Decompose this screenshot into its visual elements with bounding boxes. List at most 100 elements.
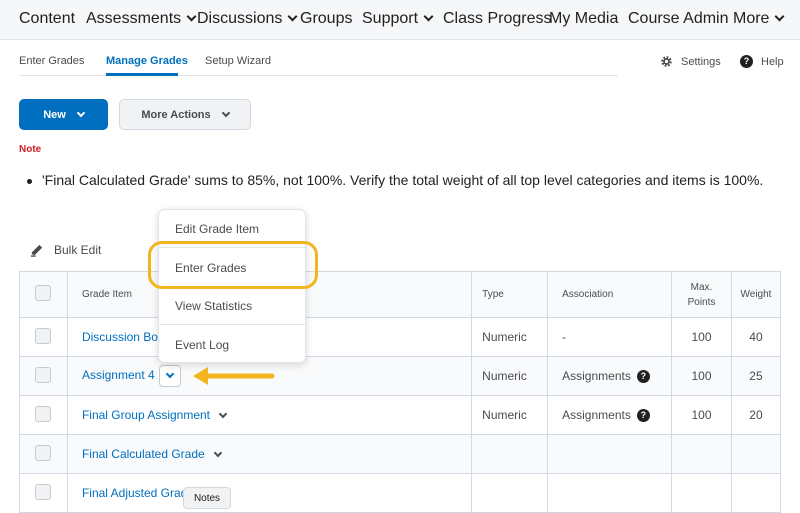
row-select-cell [19, 473, 68, 513]
max-points-cell: 100 [671, 356, 732, 396]
menu-item-label: Edit Grade Item [175, 221, 260, 236]
gear-icon [661, 56, 672, 67]
chevron-down-icon[interactable] [213, 448, 222, 458]
chevron-down-icon [287, 11, 298, 22]
weight-cell: 40 [730, 317, 782, 357]
new-button-label: New [43, 108, 66, 121]
pencil-icon [30, 244, 43, 257]
row-checkbox[interactable] [35, 444, 52, 461]
association-cell: Assignments? [547, 395, 673, 435]
grade-item-cell: Final Adjusted Grade [66, 473, 473, 513]
chevron-down-icon[interactable] [218, 409, 228, 419]
row-select-cell [19, 356, 68, 396]
settings-link[interactable]: Settings [660, 55, 721, 68]
max-points-cell [671, 434, 732, 474]
nav-groups[interactable]: Groups [300, 10, 352, 28]
header-type: Type [471, 271, 549, 318]
grades-subnav: Enter Grades Manage Grades Setup Wizard [19, 44, 618, 76]
menu-item-view-statistics[interactable]: View Statistics [159, 287, 307, 325]
row-checkbox[interactable] [35, 483, 52, 500]
note-text: 'Final Calculated Grade' sums to 85%, no… [42, 172, 764, 188]
type-cell: Numeric [471, 356, 549, 396]
chevron-down-icon [221, 108, 230, 117]
type-cell [471, 434, 549, 474]
tab-setup-wizard[interactable]: Setup Wizard [205, 55, 271, 67]
nav-more-label: More [733, 10, 770, 27]
weight-cell: 25 [730, 356, 782, 396]
header-max-points: Max. Points [671, 271, 732, 318]
select-all-checkbox[interactable] [35, 285, 52, 301]
max-points-cell: 100 [671, 395, 732, 435]
table-row: Final Adjusted Grade [19, 473, 782, 513]
table-row: Discussion Bo Numeric - 100 40 [19, 317, 782, 357]
association-cell: - [547, 317, 673, 357]
nav-assessments[interactable]: Assessments [86, 10, 197, 28]
note-title: Note [19, 144, 42, 155]
grade-item-link[interactable]: Final Calculated Grade [82, 447, 205, 461]
help-link[interactable]: ? Help [740, 55, 784, 68]
bulk-edit-label: Bulk Edit [54, 242, 102, 257]
nav-course-admin[interactable]: Course Admin [628, 10, 729, 28]
help-icon[interactable]: ? [636, 370, 650, 384]
nav-discussions[interactable]: Discussions [197, 10, 298, 28]
nav-assessments-label: Assessments [86, 10, 182, 27]
association-label: Assignments [562, 407, 631, 422]
more-actions-label: More Actions [141, 108, 211, 121]
row-select-cell [19, 317, 68, 357]
context-menu-button[interactable] [158, 365, 181, 387]
select-all-header [19, 271, 68, 318]
max-points-cell [671, 473, 732, 513]
new-button[interactable]: New [19, 99, 108, 130]
more-actions-button[interactable]: More Actions [119, 99, 251, 130]
nav-my-media[interactable]: My Media [549, 10, 618, 28]
row-select-cell [19, 434, 68, 474]
course-navbar: Content Assessments Discussions Groups S… [0, 0, 800, 40]
chevron-down-icon [186, 11, 197, 22]
nav-class-progress-label: Class Progress [443, 10, 552, 27]
tab-manage-grades[interactable]: Manage Grades [106, 55, 188, 67]
header-weight: Weight [730, 271, 782, 318]
menu-item-event-log[interactable]: Event Log [159, 326, 307, 364]
row-checkbox[interactable] [35, 366, 52, 383]
help-icon[interactable]: ? [636, 409, 650, 423]
grade-item-link[interactable]: Final Group Assignment [82, 408, 210, 422]
grade-item-link[interactable]: Final Adjusted Grade [82, 486, 194, 500]
chevron-down-icon [423, 11, 434, 22]
notes-tooltip: Notes [183, 487, 231, 509]
active-tab-indicator [106, 73, 178, 76]
grade-item-cell: Final Group Assignment [66, 395, 473, 435]
grade-items-table: Grade Item Type Association Max. Points W… [19, 271, 782, 513]
row-select-cell [19, 395, 68, 435]
nav-my-media-label: My Media [549, 10, 619, 27]
chevron-down-icon [76, 108, 86, 117]
grade-item-link[interactable]: Discussion Bo [82, 330, 158, 344]
table-row: Final Group Assignment Numeric Assignmen… [19, 395, 782, 435]
header-association: Association [547, 271, 673, 318]
nav-content[interactable]: Content [19, 10, 75, 28]
weight-cell [730, 434, 782, 474]
grade-item-cell: Final Calculated Grade [66, 434, 473, 474]
association-cell [547, 434, 673, 474]
nav-content-label: Content [19, 10, 76, 27]
type-cell: Numeric [471, 317, 549, 357]
association-label: Assignments [562, 368, 631, 383]
menu-item-label: Event Log [175, 338, 230, 352]
arrow-left-icon [193, 367, 275, 385]
chevron-down-icon [165, 369, 174, 379]
grade-item-link[interactable]: Assignment 4 [82, 368, 155, 382]
header-points-label: Points [687, 296, 716, 308]
row-checkbox[interactable] [35, 327, 52, 344]
row-checkbox[interactable] [35, 405, 52, 422]
nav-groups-label: Groups [300, 10, 353, 27]
nav-class-progress[interactable]: Class Progress [443, 10, 551, 28]
association-cell: Assignments? [547, 356, 673, 396]
enter-grades-highlight [148, 241, 318, 289]
bulk-edit-button[interactable]: Bulk Edit [30, 242, 101, 257]
nav-more[interactable]: More [733, 10, 785, 28]
tab-enter-grades[interactable]: Enter Grades [19, 55, 84, 67]
table-row: Final Calculated Grade [19, 434, 782, 474]
help-label: Help [761, 55, 784, 68]
nav-support[interactable]: Support [362, 10, 434, 28]
max-points-cell: 100 [671, 317, 732, 357]
menu-item-label: View Statistics [175, 298, 253, 313]
